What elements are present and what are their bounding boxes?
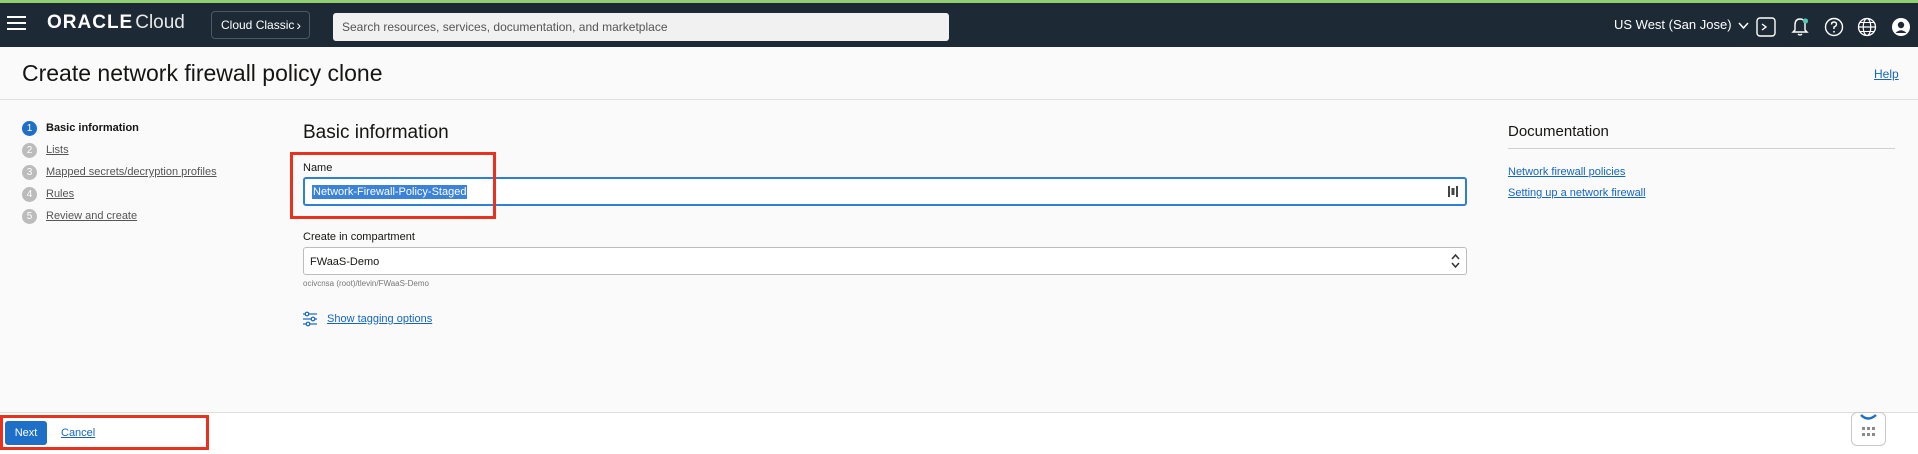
documentation-title: Documentation	[1508, 123, 1609, 140]
show-tagging-options-link[interactable]: Show tagging options	[327, 313, 432, 325]
name-input[interactable]: Network-Firewall-Policy-Staged	[303, 177, 1467, 206]
step-number: 5	[22, 209, 37, 224]
cloud-shell-icon[interactable]	[1755, 16, 1777, 38]
help-icon[interactable]	[1823, 16, 1845, 38]
chevron-down-icon	[1738, 22, 1749, 29]
step-label[interactable]: Lists	[46, 144, 69, 156]
sliders-icon	[303, 311, 317, 327]
profile-icon[interactable]	[1890, 16, 1912, 38]
language-icon[interactable]	[1856, 16, 1878, 38]
step-number: 2	[22, 143, 37, 158]
notifications-icon[interactable]	[1789, 16, 1811, 38]
assistant-widget[interactable]	[1851, 412, 1886, 446]
step-label[interactable]: Rules	[46, 188, 74, 200]
cloud-classic-label: Cloud Classic	[221, 18, 295, 32]
name-value: Network-Firewall-Policy-Staged	[312, 185, 468, 199]
region-label: US West (San Jose)	[1614, 17, 1732, 32]
step-label[interactable]: Review and create	[46, 210, 137, 222]
step-number: 3	[22, 165, 37, 180]
top-navigation-bar: ORACLECloud Cloud Classic › US West (San…	[0, 0, 1918, 47]
compartment-label: Create in compartment	[303, 231, 415, 243]
help-link[interactable]: Help	[1874, 67, 1899, 81]
doc-link-network-firewall-policies[interactable]: Network firewall policies	[1508, 166, 1625, 178]
compartment-value: FWaaS-Demo	[310, 256, 380, 268]
step-number: 1	[22, 121, 37, 136]
footer-bar	[0, 413, 1918, 454]
step-label[interactable]: Mapped secrets/decryption profiles	[46, 166, 217, 178]
search-input[interactable]	[333, 13, 949, 41]
cancel-link[interactable]: Cancel	[61, 427, 95, 439]
chevron-right-icon: ›	[296, 17, 301, 33]
step-label: Basic information	[46, 122, 139, 134]
step-number: 4	[22, 187, 37, 202]
page-title: Create network firewall policy clone	[22, 60, 383, 86]
menu-icon[interactable]	[7, 15, 27, 31]
compartment-select[interactable]: FWaaS-Demo	[303, 247, 1467, 275]
section-title: Basic information	[303, 122, 449, 143]
name-label: Name	[303, 162, 333, 174]
cloud-classic-button[interactable]: Cloud Classic ›	[211, 11, 310, 39]
password-manager-icon[interactable]	[1448, 186, 1459, 197]
header-divider	[0, 99, 1918, 100]
compartment-path: ocivcnsa (root)/tlevin/FWaaS-Demo	[303, 279, 429, 288]
oracle-cloud-logo[interactable]: ORACLE Cloud	[47, 12, 185, 34]
region-selector[interactable]: US West (San Jose)	[1614, 17, 1749, 32]
next-button[interactable]: Next	[5, 421, 47, 445]
assistant-icon	[1860, 414, 1877, 436]
documentation-divider	[1508, 148, 1895, 149]
chevron-updown-icon	[1451, 253, 1460, 269]
doc-link-setting-up-network-firewall[interactable]: Setting up a network firewall	[1508, 187, 1646, 199]
